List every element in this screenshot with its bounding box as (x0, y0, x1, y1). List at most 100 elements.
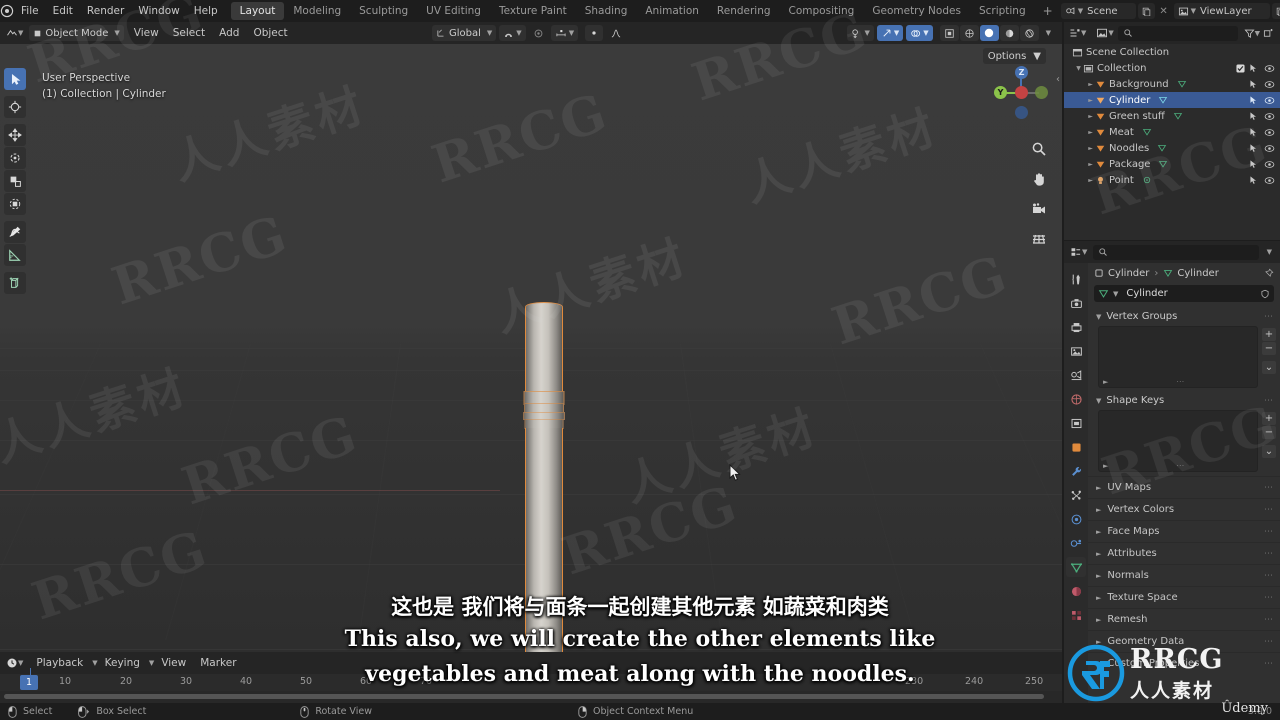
disclosure-triangle-icon[interactable]: ► (1086, 81, 1095, 88)
timeline-editor-type-icon[interactable]: ▼ (4, 657, 23, 669)
workspace-tab-layout[interactable]: Layout (230, 2, 285, 20)
gizmo-axis-x[interactable] (1015, 86, 1028, 99)
expand-arrow-icon[interactable]: ► (1103, 378, 1108, 386)
properties-editor-icon[interactable]: ▼ (1068, 246, 1087, 258)
properties-tab-tool[interactable] (1066, 269, 1086, 289)
properties-tab-output[interactable] (1066, 317, 1086, 337)
visibility-eye-icon[interactable] (1264, 143, 1278, 154)
tool-scale[interactable] (4, 170, 26, 192)
visibility-eye-icon[interactable] (1264, 63, 1278, 74)
properties-tab-texture[interactable] (1066, 605, 1086, 625)
shading-solid-button[interactable] (979, 25, 999, 41)
shape-key-specials-button[interactable]: ⌄ (1262, 445, 1276, 458)
disclosure-triangle-icon[interactable]: ► (1086, 177, 1095, 184)
properties-tab-object-data[interactable] (1066, 557, 1086, 577)
selectable-cursor-icon[interactable] (1249, 143, 1264, 153)
scene-selector[interactable]: ▼ Scene (1060, 3, 1136, 19)
timeline-menu-playback[interactable]: Playback (29, 657, 90, 669)
fake-user-icon[interactable] (1260, 289, 1270, 299)
viewport-menu-view[interactable]: View (127, 27, 166, 39)
panel-header-vertex-groups[interactable]: ▼ Vertex Groups ⋯ (1088, 308, 1280, 325)
breadcrumb-object-label[interactable]: Cylinder (1108, 268, 1149, 279)
resize-grip-icon[interactable]: ⋯ (1176, 377, 1185, 386)
proportional-editing-button[interactable] (529, 25, 548, 41)
mesh-datablock-field[interactable]: ▼ Cylinder (1094, 285, 1274, 302)
zoom-icon[interactable] (1026, 136, 1052, 162)
outliner-row-meat[interactable]: ► Meat (1064, 124, 1280, 140)
mesh-data-icon[interactable] (1149, 143, 1167, 153)
viewport-options-button[interactable]: Options ▼ (982, 48, 1046, 64)
mode-selector[interactable]: Object Mode ▼ (29, 25, 124, 41)
timeline-scrollbar[interactable] (4, 694, 1044, 699)
selectable-cursor-icon[interactable] (1249, 63, 1264, 73)
visibility-eye-icon[interactable] (1264, 175, 1278, 186)
vertex-group-specials-button[interactable]: ⌄ (1262, 361, 1276, 374)
snap-target-button[interactable]: ▼ (550, 25, 579, 41)
properties-tab-object[interactable] (1066, 437, 1086, 457)
proportional-falloff-button[interactable] (606, 25, 626, 41)
overlays-button[interactable]: ▼ (906, 25, 933, 41)
add-vertex-group-button[interactable]: + (1262, 328, 1276, 341)
timeline-menu-marker[interactable]: Marker (193, 657, 243, 669)
tool-rotate[interactable] (4, 147, 26, 169)
selectable-cursor-icon[interactable] (1249, 79, 1264, 89)
menu-help[interactable]: Help (187, 5, 225, 17)
visibility-button[interactable]: ▼ (847, 25, 874, 41)
vertex-groups-list[interactable]: ► ⋯ + − ⌄ (1098, 326, 1276, 388)
properties-tab-world[interactable] (1066, 389, 1086, 409)
new-scene-button[interactable] (1137, 3, 1155, 19)
new-collection-icon[interactable] (1260, 28, 1277, 39)
properties-tab-collection[interactable] (1066, 413, 1086, 433)
gizmo-button[interactable]: ▼ (876, 25, 904, 41)
mesh-data-icon[interactable] (1150, 95, 1168, 105)
gizmo-axis-y[interactable]: Y (994, 86, 1007, 99)
mesh-data-icon[interactable] (1165, 111, 1183, 121)
hand-icon[interactable] (1026, 166, 1052, 192)
workspace-tab-scripting[interactable]: Scripting (970, 2, 1035, 20)
tool-add-cube[interactable] (4, 272, 26, 294)
outliner-row-collection[interactable]: ▼ Collection (1064, 60, 1280, 76)
shading-wireframe-button[interactable] (959, 25, 979, 41)
properties-tab-constraints[interactable] (1066, 533, 1086, 553)
viewport-menu-select[interactable]: Select (166, 27, 212, 39)
shading-popover-button[interactable]: ▼ (1040, 25, 1055, 41)
checkbox-icon[interactable] (1236, 63, 1249, 73)
outliner-search-input[interactable] (1117, 25, 1238, 41)
disclosure-triangle-icon[interactable]: ► (1086, 145, 1095, 152)
outliner-row-background[interactable]: ► Background (1064, 76, 1280, 92)
mesh-data-icon[interactable] (1169, 79, 1187, 89)
camera-icon[interactable] (1026, 196, 1052, 222)
panel-header-vertex-colors[interactable]: ► Vertex Colors ⋯ (1088, 498, 1280, 520)
workspace-tab-modeling[interactable]: Modeling (284, 2, 350, 20)
visibility-eye-icon[interactable] (1264, 159, 1278, 170)
workspace-tab-texture-paint[interactable]: Texture Paint (490, 2, 576, 20)
xray-toggle[interactable] (939, 25, 959, 41)
panel-header-normals[interactable]: ► Normals ⋯ (1088, 564, 1280, 586)
panel-header-remesh[interactable]: ► Remesh ⋯ (1088, 608, 1280, 630)
properties-tab-scene[interactable] (1066, 365, 1086, 385)
disclosure-triangle-icon[interactable]: ► (1086, 113, 1095, 120)
shape-keys-list[interactable]: ► ⋯ + − ⌄ (1098, 410, 1276, 472)
disclosure-triangle-icon[interactable]: ▼ (1074, 65, 1083, 72)
outliner-filter-display-icon[interactable]: ▼ (1094, 27, 1114, 39)
shading-material-preview-button[interactable] (999, 25, 1019, 41)
outliner-row-cylinder[interactable]: ► Cylinder (1064, 92, 1280, 108)
remove-vertex-group-button[interactable]: − (1262, 342, 1276, 355)
menu-render[interactable]: Render (80, 5, 131, 17)
light-data-icon[interactable] (1134, 175, 1152, 185)
workspace-tab-animation[interactable]: Animation (636, 2, 708, 20)
gizmo-axis-z-negative[interactable] (1015, 106, 1028, 119)
outliner-row-green-stuff[interactable]: ► Green stuff (1064, 108, 1280, 124)
selectable-cursor-icon[interactable] (1249, 127, 1264, 137)
tool-measure[interactable] (4, 244, 26, 266)
new-view-layer-button[interactable] (1271, 3, 1280, 19)
resize-grip-icon[interactable]: ⋯ (1176, 461, 1185, 470)
gizmo-axis-z[interactable]: Z (1015, 66, 1028, 79)
outliner-display-icon[interactable]: ▼ (1067, 27, 1086, 39)
workspace-tab-shading[interactable]: Shading (576, 2, 637, 20)
timeline-menu-keying[interactable]: Keying (98, 657, 147, 669)
3d-viewport[interactable]: User Perspective (1) Collection | Cylind… (0, 44, 1062, 652)
outliner-row-point[interactable]: ► Point (1064, 172, 1280, 188)
remove-scene-button[interactable]: ✕ (1157, 3, 1171, 19)
timeline-scrollbar-track[interactable] (0, 692, 1062, 701)
